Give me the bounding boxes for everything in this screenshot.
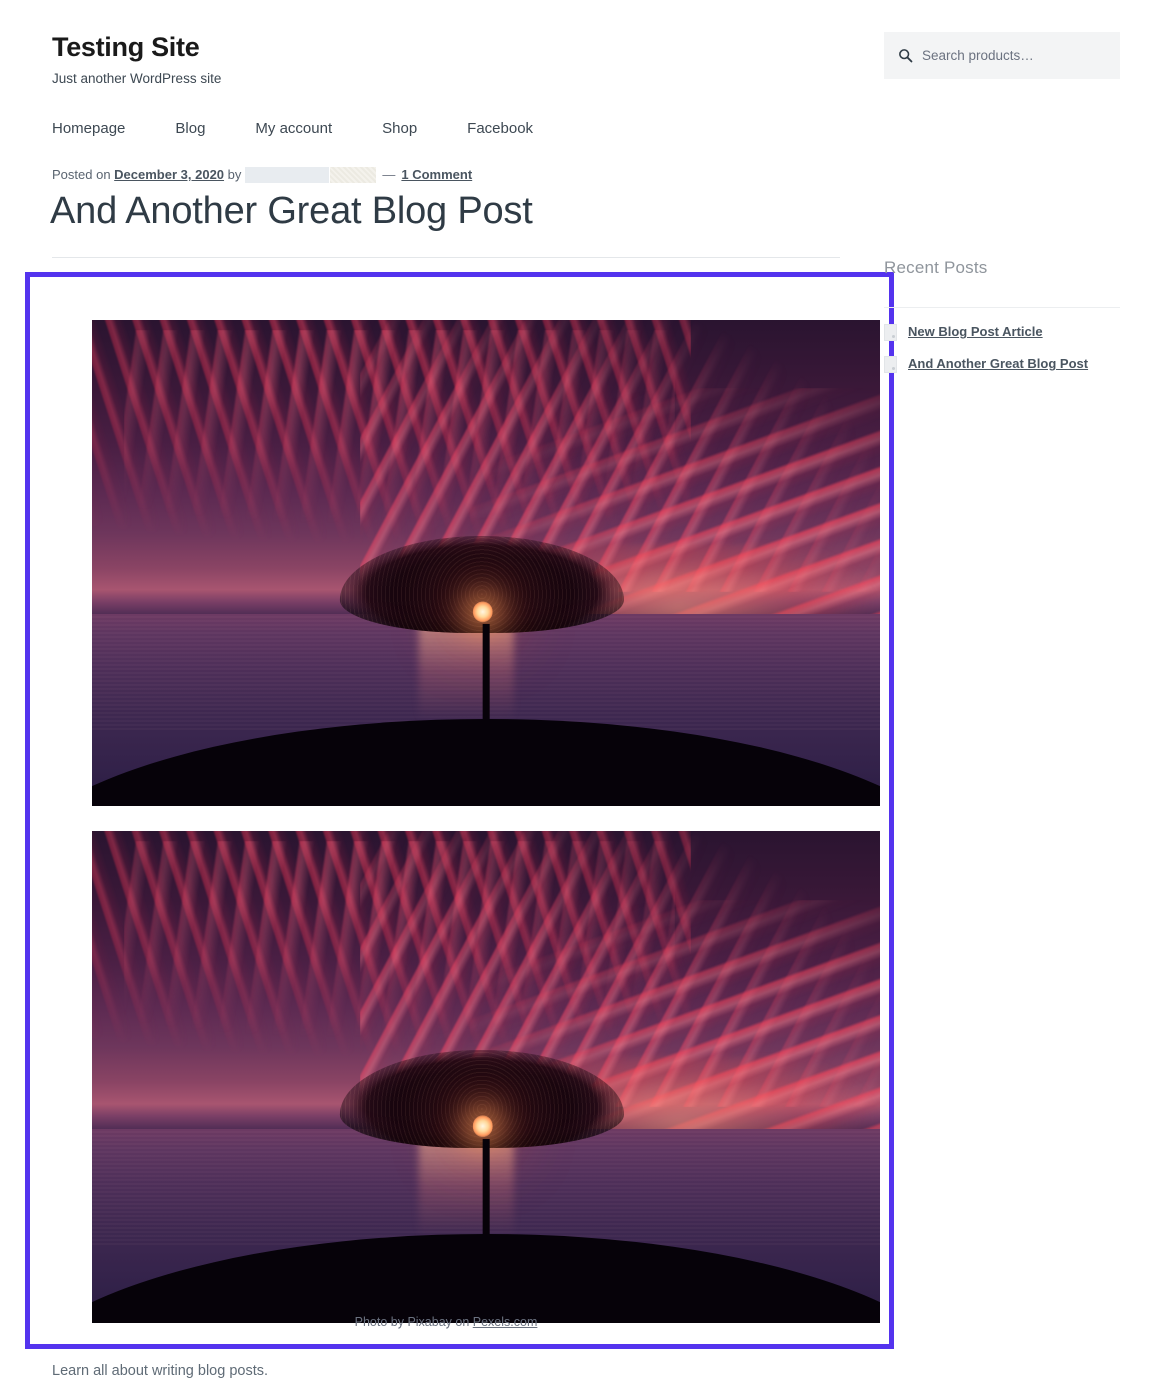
main-navigation: Homepage Blog My account Shop Facebook — [52, 120, 533, 137]
post-image-first[interactable] — [92, 320, 880, 806]
image-placeholder-icon — [884, 356, 897, 373]
by-label: by — [227, 167, 242, 182]
pexels-link[interactable]: Pexels.com — [473, 1315, 538, 1329]
site-title[interactable]: Testing Site — [52, 32, 752, 63]
product-search-widget[interactable]: Search products… — [884, 32, 1120, 79]
nav-item-blog[interactable]: Blog — [175, 120, 205, 137]
sunset-tree-photo — [92, 320, 880, 806]
search-input[interactable]: Search products… — [922, 49, 1034, 63]
figure-caption-text: Photo by Pixabay on — [354, 1315, 473, 1329]
nav-item-my-account[interactable]: My account — [255, 120, 332, 137]
figure-caption: Photo by Pixabay on Pexels.com — [52, 1315, 840, 1329]
tree-trunk — [482, 623, 490, 731]
sunset-tree-photo-duplicate — [92, 831, 880, 1323]
list-item[interactable]: And Another Great Blog Post — [884, 356, 1134, 373]
title-divider — [52, 257, 840, 258]
recent-post-link-2[interactable]: And Another Great Blog Post — [908, 356, 1088, 373]
list-item[interactable]: New Blog Post Article — [884, 324, 1134, 341]
page-title: And Another Great Blog Post — [50, 190, 533, 232]
tree-trunk — [482, 1138, 490, 1247]
comment-count-link[interactable]: 1 Comment — [401, 166, 472, 184]
entry-meta: Posted on December 3, 2020 by — 1 Commen… — [52, 166, 472, 184]
post-date-link[interactable]: December 3, 2020 — [114, 166, 224, 184]
recent-posts-divider — [884, 307, 1120, 308]
recent-posts-title: Recent Posts — [884, 258, 988, 277]
nav-item-homepage[interactable]: Homepage — [52, 120, 125, 137]
site-tagline: Just another WordPress site — [52, 71, 222, 87]
site-header: Testing Site Just another WordPress site — [52, 32, 752, 89]
author-name-redacted[interactable] — [245, 167, 330, 184]
meta-separator: — — [382, 167, 396, 182]
sun-glow — [472, 1115, 494, 1138]
post-body-text: Learn all about writing blog posts. — [52, 1363, 269, 1379]
posted-on-label: Posted on — [52, 167, 111, 182]
search-icon — [899, 49, 913, 63]
nav-item-shop[interactable]: Shop — [382, 120, 417, 137]
recent-posts-list: New Blog Post Article And Another Great … — [884, 324, 1134, 388]
author-name-redacted-overlay — [330, 167, 377, 184]
blog-post-page: Testing Site Just another WordPress site… — [0, 0, 1176, 1386]
nav-item-facebook[interactable]: Facebook — [467, 120, 533, 137]
post-image-second[interactable] — [92, 831, 880, 1323]
image-placeholder-icon — [884, 324, 897, 341]
recent-post-link-1[interactable]: New Blog Post Article — [908, 324, 1043, 341]
